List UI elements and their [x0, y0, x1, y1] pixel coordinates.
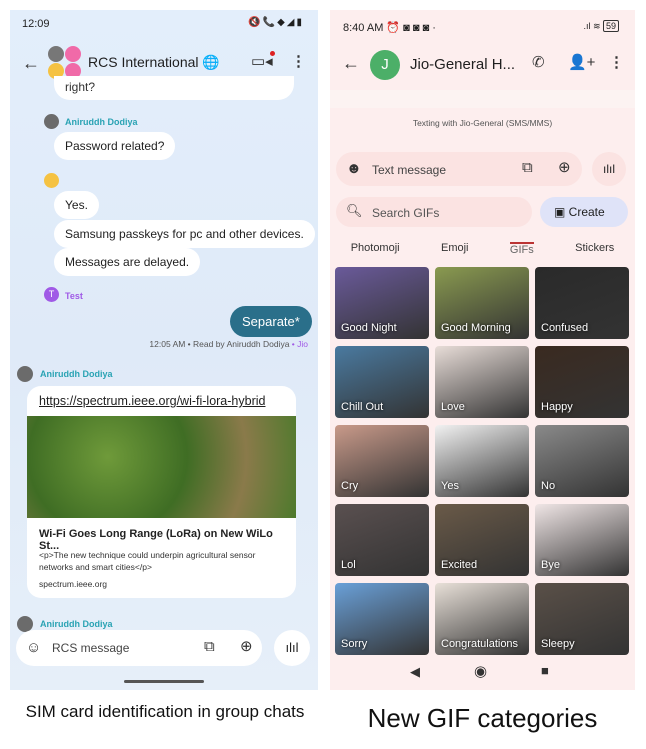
message-bubble: right? [54, 76, 294, 100]
contact-name: Jio-General H... [410, 56, 516, 73]
conversation-title: RCS International 🌐 [88, 54, 220, 70]
status-icons: .ıl ≋ 59 [583, 20, 619, 32]
gif-search-input[interactable]: 🔍︎ Search GIFs [336, 197, 532, 227]
gif-tile[interactable]: Confused [535, 267, 629, 339]
tab-photomoji[interactable]: Photomoji [351, 242, 400, 256]
message-bubble: Yes. [54, 191, 99, 219]
back-arrow-icon[interactable]: ← [342, 54, 360, 72]
gif-label: Chill Out [341, 401, 384, 413]
status-icons: 🔇📞◆◢▮ [248, 17, 304, 28]
message-composer[interactable]: ☻ Text message ⧉ ⊕ [336, 152, 582, 186]
gif-label: Bye [541, 559, 560, 571]
add-icon[interactable]: ⊕ [558, 160, 571, 175]
composer-input[interactable]: RCS message [52, 641, 129, 655]
gif-label: Happy [541, 401, 573, 413]
read-receipt: 12:05 AM • Read by Aniruddh Dodiya • Jio [149, 339, 308, 349]
sender-name: Test [65, 291, 83, 301]
caption-right: New GIF categories [367, 703, 598, 733]
search-placeholder: Search GIFs [372, 206, 440, 220]
link-domain: spectrum.ieee.org [39, 579, 108, 589]
video-call-icon[interactable]: ▭◂ [251, 51, 275, 69]
avatar [17, 366, 33, 382]
tab-gifs[interactable]: GIFs [509, 242, 534, 256]
message-composer[interactable]: ☺ RCS message ⧉ ⊕ [16, 630, 262, 666]
outgoing-message: Separate* [230, 306, 312, 337]
gif-label: Good Morning [441, 322, 511, 334]
gif-label: Good Night [341, 322, 397, 334]
gif-label: Cry [341, 480, 359, 492]
gif-tile[interactable]: Happy [535, 346, 629, 418]
status-time: 12:09 [22, 18, 50, 30]
create-button[interactable]: ▣ Create [540, 197, 628, 227]
emoji-icon[interactable]: ☺ [26, 640, 41, 655]
link-description: <p>The new technique could underpin agri… [39, 550, 256, 572]
composer-input[interactable]: Text message [372, 163, 446, 177]
gif-tile[interactable]: No [535, 425, 629, 497]
rcs-chat-screen: 12:09 🔇📞◆◢▮ ← RCS International 🌐 ▭◂ ⋮ r… [10, 10, 318, 690]
gif-tile[interactable]: Good Morning [435, 267, 529, 339]
more-options-icon[interactable]: ⋮ [291, 54, 306, 69]
home-nav-icon[interactable]: ◉ [474, 664, 487, 679]
gif-tile[interactable]: Sleepy [535, 583, 629, 655]
gif-label: Lol [341, 559, 356, 571]
group-avatar [48, 46, 82, 80]
texting-with-label: Texting with Jio-General (SMS/MMS) [412, 118, 553, 128]
tab-emoji[interactable]: Emoji [441, 242, 469, 256]
gif-label: Love [441, 401, 465, 413]
status-bar: 8:40 AM ⏰ ◙ ◙ ◙ · [343, 22, 436, 34]
emoji-icon[interactable]: ☻ [346, 161, 362, 176]
phone-icon[interactable]: ✆ [532, 55, 545, 70]
gif-tile[interactable]: Sorry [335, 583, 429, 655]
gif-tile[interactable]: Good Night [335, 267, 429, 339]
gif-label: Congratulations [441, 638, 519, 650]
gif-tile[interactable]: Lol [335, 504, 429, 576]
tab-stickers[interactable]: Stickers [575, 242, 614, 256]
message-bubble: Password related? [54, 132, 176, 160]
avatar: T [44, 287, 59, 302]
divider [330, 90, 635, 108]
add-person-icon[interactable]: 👤+ [568, 55, 595, 70]
gif-label: Yes [441, 480, 459, 492]
gif-tile[interactable]: Bye [535, 504, 629, 576]
search-icon: 🔍︎ [346, 203, 363, 218]
sender-name: Aniruddh Dodiya [40, 369, 113, 379]
sender-name: Aniruddh Dodiya [40, 619, 113, 629]
gif-picker-screen: 8:40 AM ⏰ ◙ ◙ ◙ · .ıl ≋ 59 ← J Jio-Gener… [330, 10, 635, 690]
gif-label: No [541, 480, 556, 492]
nav-bar: ◀ ◉ ■ [330, 655, 635, 690]
add-icon[interactable]: ⊕ [240, 639, 253, 654]
back-nav-icon[interactable]: ◀ [410, 665, 420, 678]
link-preview-card[interactable]: https://spectrum.ieee.org/wi-fi-lora-hyb… [27, 386, 296, 598]
gif-label: Excited [441, 559, 478, 571]
gif-tile[interactable]: Yes [435, 425, 529, 497]
message-bubble: Samsung passkeys for pc and other device… [54, 220, 315, 248]
gallery-icon[interactable]: ⧉ [522, 160, 533, 175]
gif-label: Confused [541, 322, 589, 334]
gif-tile[interactable]: Chill Out [335, 346, 429, 418]
avatar [44, 114, 59, 129]
gif-label: Sorry [341, 638, 368, 650]
caption-left: SIM card identification in group chats [25, 702, 305, 721]
picker-tabs: Photomoji Emoji GIFs Stickers [330, 242, 635, 256]
gif-tile[interactable]: Cry [335, 425, 429, 497]
gif-tile[interactable]: Love [435, 346, 529, 418]
voice-message-icon[interactable]: ılıl [274, 630, 310, 666]
avatar [44, 173, 59, 188]
link-url[interactable]: https://spectrum.ieee.org/wi-fi-lora-hyb… [39, 394, 265, 408]
recents-nav-icon[interactable]: ■ [541, 664, 549, 677]
gif-tile[interactable]: Excited [435, 504, 529, 576]
back-arrow-icon[interactable]: ← [22, 54, 40, 72]
globe-icon: 🌐 [202, 54, 220, 70]
more-options-icon[interactable]: ⋮ [609, 55, 624, 70]
contact-avatar: J [370, 50, 400, 80]
voice-message-icon[interactable]: ılıl [592, 152, 626, 186]
gif-label: Sleepy [541, 638, 575, 650]
gif-tile[interactable]: Congratulations [435, 583, 529, 655]
link-preview-image [27, 416, 296, 518]
home-indicator[interactable] [124, 680, 204, 683]
gallery-icon[interactable]: ⧉ [204, 639, 215, 654]
message-bubble: Messages are delayed. [54, 248, 201, 276]
sender-name: Aniruddh Dodiya [65, 117, 138, 127]
